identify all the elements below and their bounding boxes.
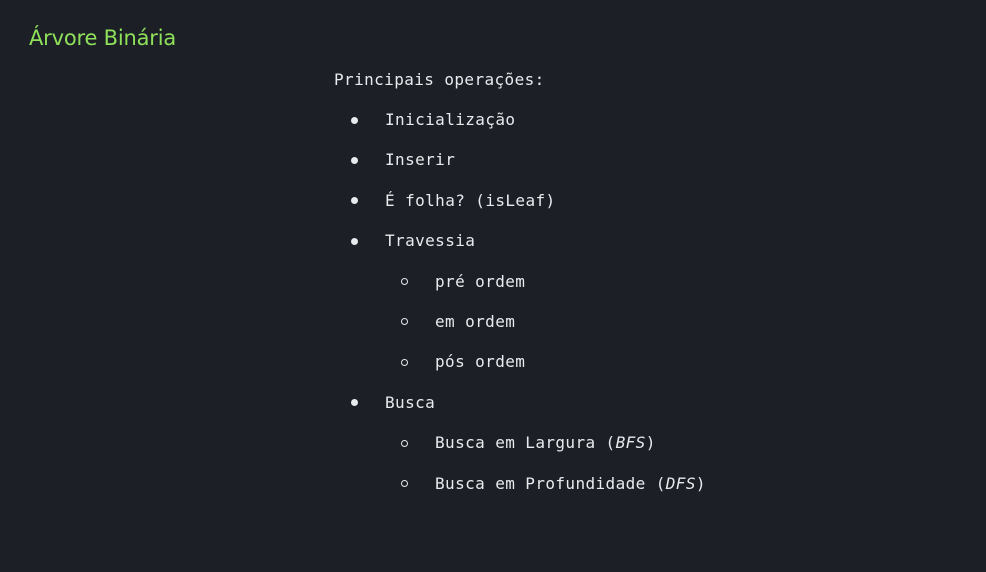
list-item-inserir: Inserir	[334, 131, 706, 171]
sub-operation-label: em ordem	[435, 311, 516, 331]
sub-operation-label: pré ordem	[435, 271, 526, 291]
list-item-travessia: Travessia pré ordem em ordem pós ordem	[334, 212, 706, 374]
list-item-inicializacao: Inicialização	[334, 91, 706, 131]
bullet-circle-icon	[401, 358, 408, 366]
operation-label: Travessia	[385, 231, 476, 251]
bullet-disc-icon	[351, 156, 358, 164]
search-bfs-abbr: BFS	[615, 433, 646, 453]
bullet-circle-icon	[401, 439, 408, 447]
slide-title: Árvore Binária	[29, 26, 176, 50]
bullet-disc-icon	[351, 237, 358, 245]
sublist-item-pos-ordem: pós ordem	[334, 333, 706, 373]
search-bfs-suffix: )	[645, 433, 656, 453]
search-dfs-prefix: Busca em Profundidade (	[435, 473, 666, 493]
operation-label: É folha? (isLeaf)	[385, 190, 556, 210]
bullet-circle-icon	[401, 318, 408, 326]
traversal-sublist: pré ordem em ordem pós ordem	[334, 253, 706, 374]
sub-operation-label: pós ordem	[435, 352, 526, 372]
list-item-busca: Busca Busca em Largura (BFS) Busca em Pr…	[334, 374, 706, 495]
bullet-circle-icon	[401, 278, 408, 286]
bullet-circle-icon	[401, 480, 408, 488]
search-dfs-suffix: )	[695, 473, 706, 493]
operation-label: Inicialização	[385, 110, 516, 129]
sublist-item-dfs: Busca em Profundidade (DFS)	[334, 455, 706, 495]
operation-label: Busca	[385, 392, 436, 412]
sub-operation-label: Busca em Profundidade (DFS)	[435, 474, 706, 493]
operations-heading: Principais operações:	[334, 70, 545, 89]
sublist-item-bfs: Busca em Largura (BFS)	[334, 414, 706, 454]
sub-operation-label: Busca em Largura (BFS)	[435, 433, 656, 452]
slide-content: Principais operações: Inicialização Inse…	[334, 69, 706, 495]
search-dfs-abbr: DFS	[665, 473, 696, 493]
bullet-disc-icon	[351, 116, 358, 124]
list-item-is-leaf: É folha? (isLeaf)	[334, 172, 706, 212]
sublist-item-em-ordem: em ordem	[334, 293, 706, 333]
bullet-disc-icon	[351, 399, 358, 407]
sublist-item-pre-ordem: pré ordem	[334, 253, 706, 293]
operation-label: Inserir	[385, 150, 456, 170]
search-sublist: Busca em Largura (BFS) Busca em Profundi…	[334, 414, 706, 495]
operations-list: Inicialização Inserir É folha? (isLeaf) …	[334, 91, 706, 495]
search-bfs-prefix: Busca em Largura (	[435, 433, 616, 453]
bullet-disc-icon	[351, 197, 358, 205]
